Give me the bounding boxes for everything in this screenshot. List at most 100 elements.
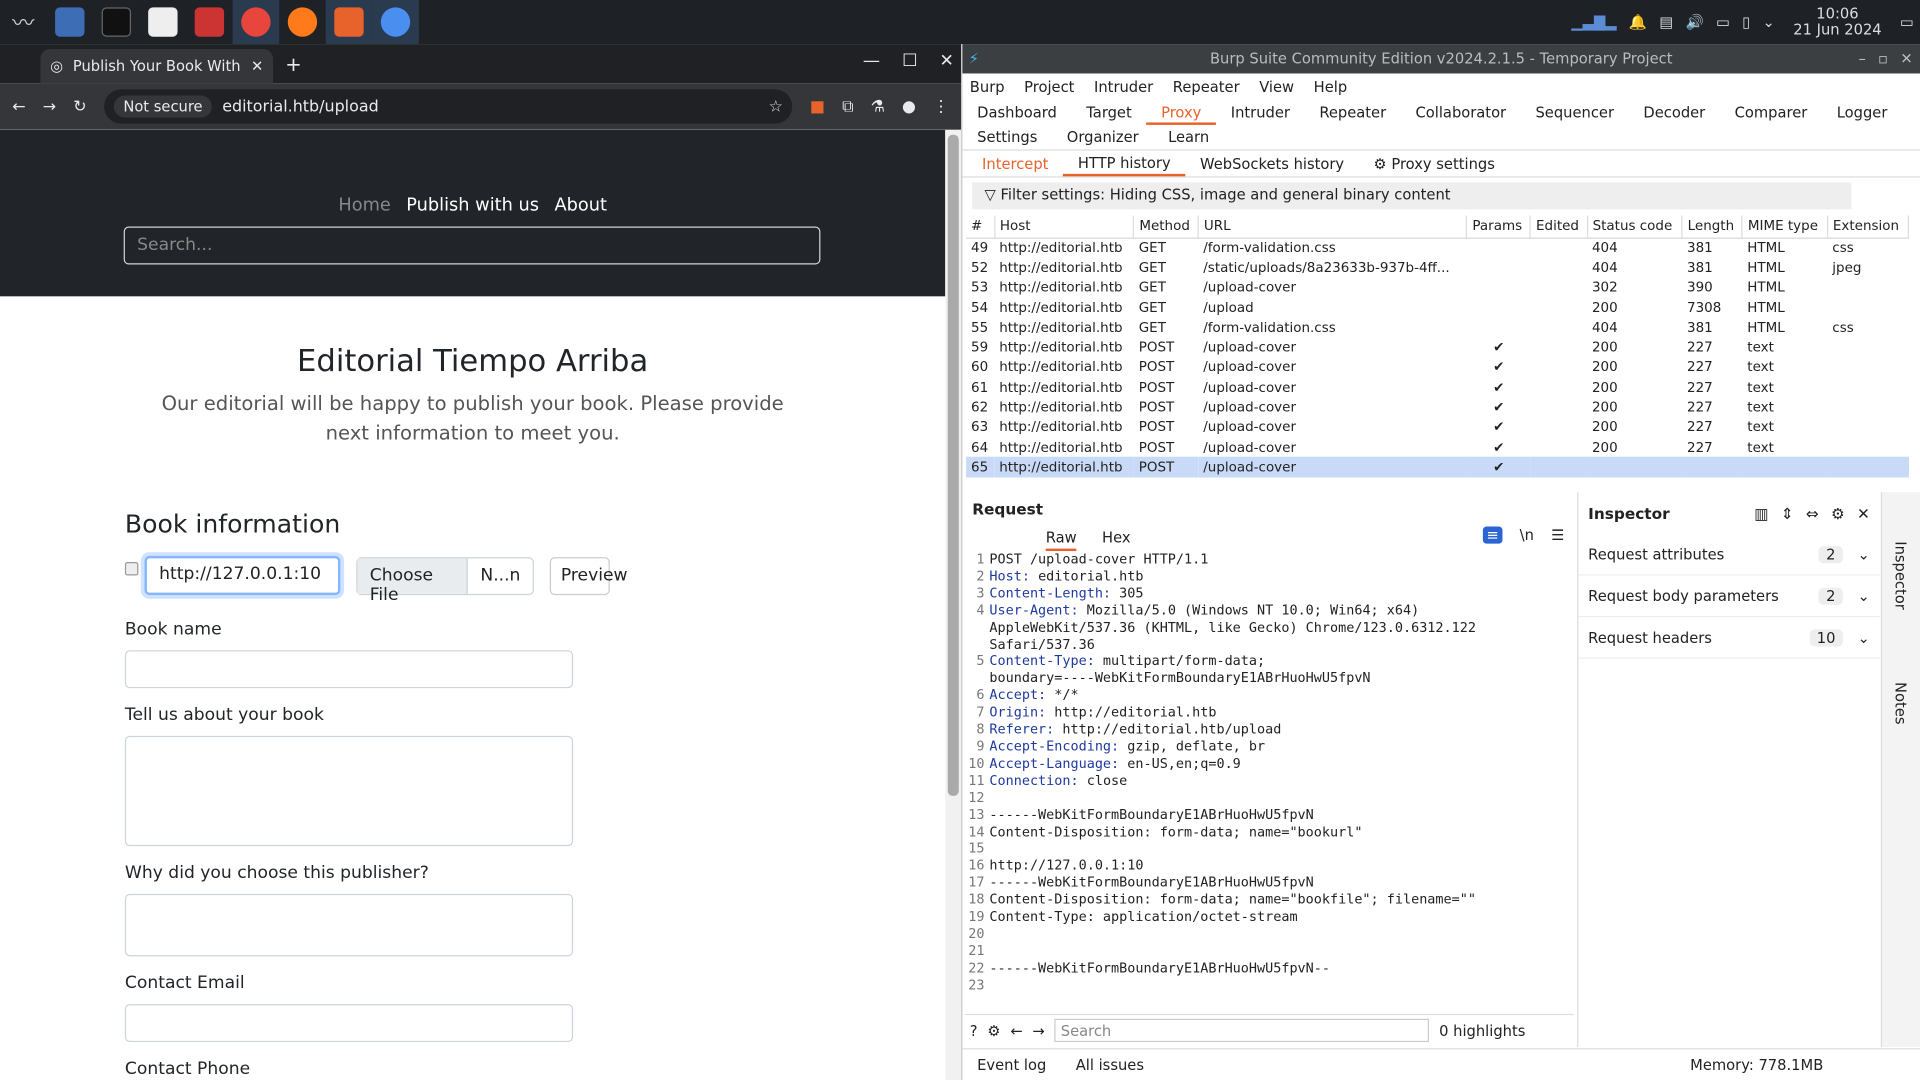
notification-icon[interactable]: 🔔 bbox=[1629, 13, 1647, 30]
tab-collaborator[interactable]: Collaborator bbox=[1401, 100, 1521, 124]
menu-burp[interactable]: Burp bbox=[970, 78, 1005, 95]
burp-close-icon[interactable]: ✕ bbox=[1900, 50, 1912, 67]
event-log[interactable]: Event log bbox=[977, 1056, 1046, 1073]
burp-minimize-icon[interactable]: – bbox=[1859, 50, 1866, 67]
page-scrollbar[interactable] bbox=[945, 129, 962, 1080]
notes-side-tab[interactable]: Notes bbox=[1892, 682, 1909, 724]
why-publisher-textarea[interactable] bbox=[124, 893, 574, 957]
minimize-icon[interactable]: — bbox=[863, 51, 880, 71]
chromium-icon[interactable] bbox=[372, 0, 419, 45]
request-body[interactable]: 1 POST /upload-cover HTTP/1.1 2 Host: edito… bbox=[965, 551, 1574, 994]
raw-tab[interactable]: Raw bbox=[1045, 529, 1077, 552]
tab-logger[interactable]: Logger bbox=[1822, 100, 1902, 124]
tab-repeater[interactable]: Repeater bbox=[1305, 100, 1401, 124]
menu-intruder[interactable]: Intruder bbox=[1094, 78, 1153, 95]
tab-dashboard[interactable]: Dashboard bbox=[962, 100, 1071, 124]
reload-icon[interactable]: ↻ bbox=[73, 97, 86, 115]
column-header[interactable]: MIME type bbox=[1742, 215, 1829, 239]
tab-target[interactable]: Target bbox=[1072, 100, 1147, 124]
root-terminal-icon[interactable] bbox=[186, 0, 233, 44]
collapse-icon[interactable]: ⇔ bbox=[1806, 504, 1819, 522]
about-book-textarea[interactable] bbox=[124, 735, 574, 847]
table-row[interactable]: 65 http://editorial.htb POST/upload-cover ✔ bbox=[966, 457, 1909, 478]
tab-sequencer[interactable]: Sequencer bbox=[1521, 100, 1629, 124]
browser-tab[interactable]: ◎ Publish Your Book With Us ✕ bbox=[40, 48, 274, 84]
burp-maximize-icon[interactable]: ▫ bbox=[1878, 50, 1888, 67]
checkbox[interactable] bbox=[124, 562, 139, 576]
forward-icon[interactable]: → bbox=[43, 97, 56, 115]
table-row[interactable]: 55 http://editorial.htb GET/form-validatio… bbox=[966, 317, 1908, 337]
cover-url-input[interactable]: http://127.0.0.1:10 bbox=[144, 555, 341, 596]
contact-email-input[interactable] bbox=[124, 1004, 574, 1043]
menu-view[interactable]: View bbox=[1259, 78, 1294, 95]
tab-decoder[interactable]: Decoder bbox=[1629, 100, 1720, 124]
burp-icon[interactable] bbox=[325, 0, 373, 45]
wrap-icon[interactable]: ≡ bbox=[1482, 526, 1503, 544]
column-header[interactable]: # bbox=[966, 215, 995, 239]
tab-organizer[interactable]: Organizer bbox=[1052, 125, 1153, 149]
burp-extension-icon[interactable]: ■ bbox=[810, 97, 825, 115]
preview-button[interactable]: Preview bbox=[549, 557, 628, 596]
column-header[interactable]: Status code bbox=[1587, 215, 1683, 239]
request-body-params-row[interactable]: Request body parameters 2 ⌄ bbox=[1578, 576, 1880, 618]
kali-menu-icon[interactable]: 〰 bbox=[0, 0, 47, 44]
tab-intruder[interactable]: Intruder bbox=[1216, 100, 1305, 124]
table-row[interactable]: 52 http://editorial.htb GET/static/uploads… bbox=[966, 258, 1908, 278]
nav-publish[interactable]: Publish with us bbox=[406, 196, 539, 216]
firefox-icon[interactable] bbox=[279, 0, 326, 44]
table-row[interactable]: 59 http://editorial.htb POST/upload-cover ✔… bbox=[966, 337, 1908, 357]
profile-icon[interactable]: ● bbox=[902, 97, 916, 115]
request-headers-row[interactable]: Request headers 10 ⌄ bbox=[1578, 617, 1880, 659]
close-tab-icon[interactable]: ✕ bbox=[251, 58, 263, 75]
menu-project[interactable]: Project bbox=[1024, 78, 1074, 95]
chevron-down-icon[interactable]: ⌄ bbox=[1763, 13, 1775, 30]
subtab-intercept[interactable]: Intercept bbox=[967, 155, 1063, 172]
table-row[interactable]: 61 http://editorial.htb POST/upload-cover ✔… bbox=[966, 377, 1908, 397]
inspector-gear-icon[interactable]: ⚙ bbox=[1831, 504, 1845, 522]
tab-proxy[interactable]: Proxy bbox=[1146, 100, 1217, 125]
all-issues[interactable]: All issues bbox=[1076, 1056, 1144, 1073]
request-search-input[interactable]: Search bbox=[1054, 1018, 1430, 1043]
choose-file-button[interactable]: Choose File bbox=[357, 558, 469, 605]
newline-icon[interactable]: \n bbox=[1520, 527, 1534, 544]
back-icon[interactable]: ← bbox=[12, 97, 25, 115]
tab-settings[interactable]: Settings bbox=[962, 125, 1052, 149]
column-header[interactable]: Extension bbox=[1827, 215, 1909, 239]
back-arrow-icon[interactable]: ← bbox=[1010, 1022, 1022, 1039]
files-icon[interactable] bbox=[140, 0, 187, 44]
maximize-icon[interactable]: ☐ bbox=[902, 51, 917, 71]
column-header[interactable]: Method bbox=[1133, 215, 1199, 239]
table-row[interactable]: 60 http://editorial.htb POST/upload-cover ✔… bbox=[966, 357, 1908, 377]
subtab-websockets[interactable]: WebSockets history bbox=[1185, 155, 1358, 172]
book-name-input[interactable] bbox=[124, 650, 574, 689]
nav-home[interactable]: Home bbox=[338, 196, 390, 216]
menu-repeater[interactable]: Repeater bbox=[1173, 78, 1240, 95]
table-row[interactable]: 62 http://editorial.htb POST/upload-cover ✔… bbox=[966, 397, 1908, 417]
new-tab-icon[interactable]: + bbox=[285, 53, 301, 76]
filter-bar[interactable]: ▽ Filter settings: Hiding CSS, image and… bbox=[972, 182, 1852, 210]
battery-icon[interactable]: ▭ bbox=[1716, 13, 1730, 30]
clipboard-icon[interactable]: ▤ bbox=[1659, 13, 1673, 30]
tab-comparer[interactable]: Comparer bbox=[1720, 100, 1822, 124]
extensions-icon[interactable]: ⧉ bbox=[842, 97, 853, 115]
request-attributes-row[interactable]: Request attributes 2 ⌄ bbox=[1578, 534, 1880, 576]
menu-help[interactable]: Help bbox=[1314, 78, 1348, 95]
expand-icon[interactable]: ⇕ bbox=[1781, 504, 1794, 522]
show-desktop-icon[interactable]: ▭ bbox=[1900, 13, 1914, 30]
terminal-icon[interactable] bbox=[93, 0, 140, 44]
not-secure-badge[interactable]: Not secure bbox=[113, 95, 213, 118]
column-header[interactable]: Host bbox=[994, 215, 1135, 239]
menu-lines-icon[interactable]: ☰ bbox=[1551, 527, 1564, 544]
table-row[interactable]: 49 http://editorial.htb GET/form-validatio… bbox=[966, 238, 1908, 258]
volume-icon[interactable]: 🔊 bbox=[1686, 13, 1704, 30]
subtab-http-history[interactable]: HTTP history bbox=[1063, 151, 1186, 176]
nav-about[interactable]: About bbox=[554, 196, 607, 216]
column-header[interactable]: Length bbox=[1682, 215, 1744, 239]
table-row[interactable]: 64 http://editorial.htb POST/upload-cover ✔… bbox=[966, 437, 1908, 457]
proxy-settings-button[interactable]: ⚙ Proxy settings bbox=[1359, 155, 1510, 172]
workspace-icon[interactable] bbox=[47, 0, 94, 44]
column-header[interactable]: Edited bbox=[1530, 215, 1588, 239]
menu-icon[interactable]: ⋮ bbox=[933, 97, 949, 115]
column-header[interactable]: URL bbox=[1198, 215, 1468, 239]
inspector-side-tab[interactable]: Inspector bbox=[1892, 541, 1909, 610]
